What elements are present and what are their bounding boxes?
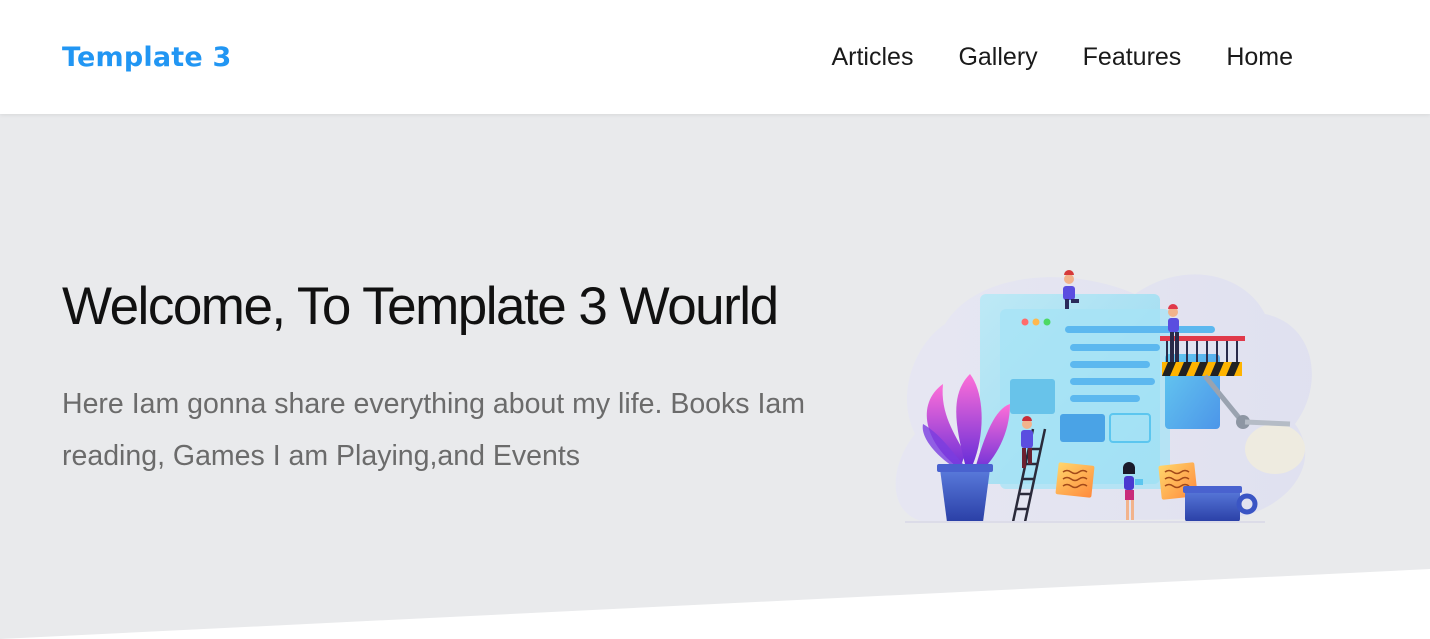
brand-logo[interactable]: Template 3 <box>62 40 231 76</box>
hero-description: Here Iam gonna share everything about my… <box>62 388 805 472</box>
nav-link-articles[interactable]: Articles <box>831 40 913 74</box>
navbar: Template 3 Articles Gallery Features Hom… <box>0 0 1430 114</box>
nav-link-features[interactable]: Features <box>1083 40 1182 74</box>
hero-section: Welcome, To Template 3 Wourld Here Iam g… <box>0 114 1430 639</box>
nav-link-gallery[interactable]: Gallery <box>958 40 1037 74</box>
nav-menu: Articles Gallery Features Home <box>831 40 1293 74</box>
hero-title: Welcome, To Template 3 Wourld <box>62 277 779 336</box>
nav-link-home[interactable]: Home <box>1226 40 1293 74</box>
web-design-team-illustration <box>895 270 1312 523</box>
